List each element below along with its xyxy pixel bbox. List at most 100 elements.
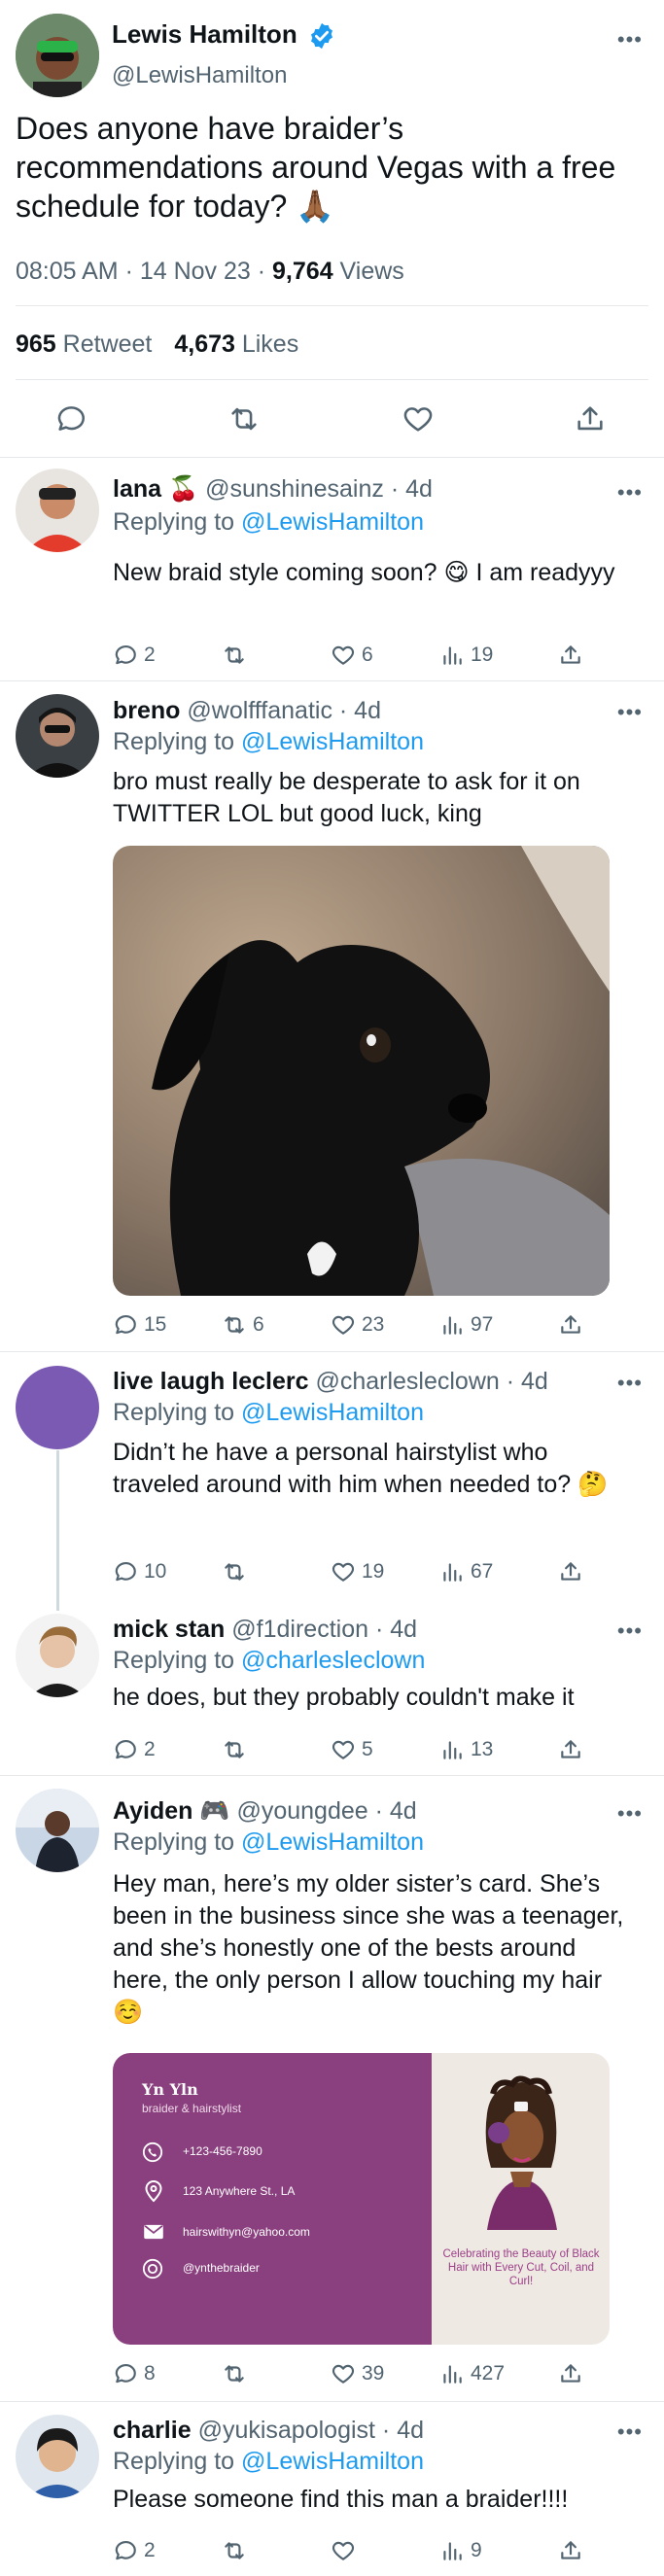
main-author-name[interactable]: Lewis Hamilton <box>112 19 297 50</box>
reply-author-name[interactable]: breno <box>113 697 180 724</box>
replying-to-link[interactable]: @LewisHamilton <box>241 1399 424 1426</box>
like-button[interactable]: 19 <box>331 1559 439 1584</box>
retweet-icon <box>225 646 244 664</box>
views-button[interactable]: 13 <box>439 1737 558 1762</box>
views-count: 9,764 <box>272 258 333 285</box>
share-button[interactable] <box>558 1312 583 1338</box>
like-button[interactable]: 39 <box>331 2361 439 2386</box>
more-options-icon[interactable]: ••• <box>617 1803 643 1825</box>
retweet-button[interactable]: 6 <box>222 1312 331 1338</box>
reply-icon <box>115 645 136 665</box>
replying-to-link[interactable]: @LewisHamilton <box>241 2448 424 2475</box>
reply-count: 10 <box>144 1560 167 1583</box>
more-options-icon[interactable]: ••• <box>617 482 643 504</box>
share-button[interactable] <box>558 2538 583 2563</box>
views-button[interactable]: 9 <box>439 2538 558 2563</box>
main-author-handle[interactable]: @LewisHamilton <box>112 62 287 89</box>
like-icon <box>332 2541 355 2560</box>
replying-to: Replying to @charlesleclown <box>113 1645 425 1676</box>
like-button[interactable] <box>331 2538 439 2563</box>
reply-author-name[interactable]: charlie <box>113 2417 192 2444</box>
replying-to-link[interactable]: @LewisHamilton <box>241 728 424 755</box>
retweet-button[interactable] <box>222 1559 331 1584</box>
reply-author-name[interactable]: mick stan <box>113 1616 225 1643</box>
retweet-button[interactable] <box>222 1737 331 1762</box>
replying-to-label: Replying to <box>113 728 242 755</box>
retweets-stat[interactable]: 965 Retweet <box>16 331 152 358</box>
like-count: 5 <box>362 1738 373 1760</box>
retweet-icon <box>225 2542 244 2559</box>
dog-photo-icon <box>113 846 610 1296</box>
like-button[interactable]: 6 <box>331 643 439 668</box>
engagement-stats: 965 Retweet 4,673 Likes <box>16 331 298 359</box>
like-button[interactable]: 5 <box>331 1737 439 1762</box>
card-subtitle: braider & hairstylist <box>142 2102 242 2115</box>
reply-avatar[interactable] <box>16 2415 99 2498</box>
like-icon[interactable] <box>402 402 435 435</box>
reply-author-handle[interactable]: @yukisapologist · 4d <box>198 2417 424 2444</box>
card-instagram: @ynthebraider <box>183 2261 260 2275</box>
share-icon[interactable] <box>574 402 607 435</box>
share-button[interactable] <box>558 2361 583 2386</box>
more-options-icon[interactable]: ••• <box>617 2421 643 2443</box>
reply-button[interactable]: 2 <box>113 643 222 668</box>
reply-author-handle[interactable]: @youngdee · 4d <box>236 1797 416 1825</box>
like-count: 19 <box>362 1560 385 1583</box>
reply-text: Hey man, here’s my older sister’s card. … <box>113 1870 624 2026</box>
reply-header: breno @wolfffanatic · 4d <box>113 695 381 726</box>
reply-count: 2 <box>144 1738 156 1760</box>
reply-avatar[interactable] <box>16 694 99 778</box>
instagram-icon <box>142 2258 163 2280</box>
like-icon <box>332 1315 355 1335</box>
reply-button[interactable]: 8 <box>113 2361 222 2386</box>
replying-to: Replying to @LewisHamilton <box>113 1827 424 1858</box>
reply-button[interactable]: 2 <box>113 1737 222 1762</box>
reply-button[interactable]: 2 <box>113 2538 222 2563</box>
reply-author-name[interactable]: live laugh leclerc <box>113 1368 309 1395</box>
location-pin-icon <box>145 2180 162 2203</box>
card-tagline: Celebrating the Beauty of Black Hair wit… <box>442 2248 600 2287</box>
share-button[interactable] <box>558 1737 583 1762</box>
business-card-image[interactable]: Yn Yln braider & hairstylist +123-456-78… <box>113 2053 610 2345</box>
views-button[interactable]: 19 <box>439 643 558 668</box>
reply-avatar[interactable] <box>16 1614 99 1697</box>
retweet-button[interactable] <box>222 643 331 668</box>
more-options-icon[interactable]: ••• <box>617 702 643 723</box>
reply-author-handle[interactable]: @f1direction · 4d <box>231 1616 417 1643</box>
reply-author-handle[interactable]: @sunshinesainz · 4d <box>205 475 433 503</box>
reply-image[interactable] <box>113 846 610 1296</box>
reply-count: 15 <box>144 1313 167 1336</box>
main-author-avatar[interactable] <box>16 14 99 97</box>
reply-button[interactable]: 15 <box>113 1312 222 1338</box>
views-count: 9 <box>471 2539 482 2561</box>
reply-author-name[interactable]: Ayiden 🎮 <box>113 1797 230 1825</box>
retweet-icon <box>225 2365 244 2383</box>
more-options-icon[interactable]: ••• <box>617 1620 643 1642</box>
reply-button[interactable]: 10 <box>113 1559 222 1584</box>
reply-icon[interactable] <box>54 402 87 435</box>
retweet-icon[interactable] <box>227 402 262 435</box>
like-count: 39 <box>362 2362 385 2385</box>
retweet-button[interactable] <box>222 2538 331 2563</box>
reply-avatar[interactable] <box>16 1366 99 1449</box>
likes-count: 4,673 <box>174 331 235 358</box>
reply-avatar[interactable] <box>16 469 99 552</box>
views-button[interactable]: 427 <box>439 2361 558 2386</box>
retweet-button[interactable] <box>222 2361 331 2386</box>
share-button[interactable] <box>558 643 583 668</box>
more-options-icon[interactable]: ••• <box>617 1373 643 1394</box>
replying-to-link[interactable]: @LewisHamilton <box>241 1828 424 1856</box>
replying-to-link[interactable]: @charlesleclown <box>241 1647 425 1674</box>
share-button[interactable] <box>558 1559 583 1584</box>
reply-author-handle[interactable]: @wolfffanatic · 4d <box>187 697 381 724</box>
reply-avatar[interactable] <box>16 1789 99 1872</box>
more-options-icon[interactable]: ••• <box>617 29 643 51</box>
replying-to: Replying to @LewisHamilton <box>113 726 424 757</box>
views-button[interactable]: 67 <box>439 1559 558 1584</box>
reply-author-handle[interactable]: @charlesleclown · 4d <box>315 1368 547 1395</box>
views-button[interactable]: 97 <box>439 1312 558 1338</box>
reply-author-name[interactable]: lana 🍒 <box>113 475 198 503</box>
replying-to-link[interactable]: @LewisHamilton <box>241 508 424 536</box>
likes-stat[interactable]: 4,673 Likes <box>174 331 298 358</box>
like-button[interactable]: 23 <box>331 1312 439 1338</box>
